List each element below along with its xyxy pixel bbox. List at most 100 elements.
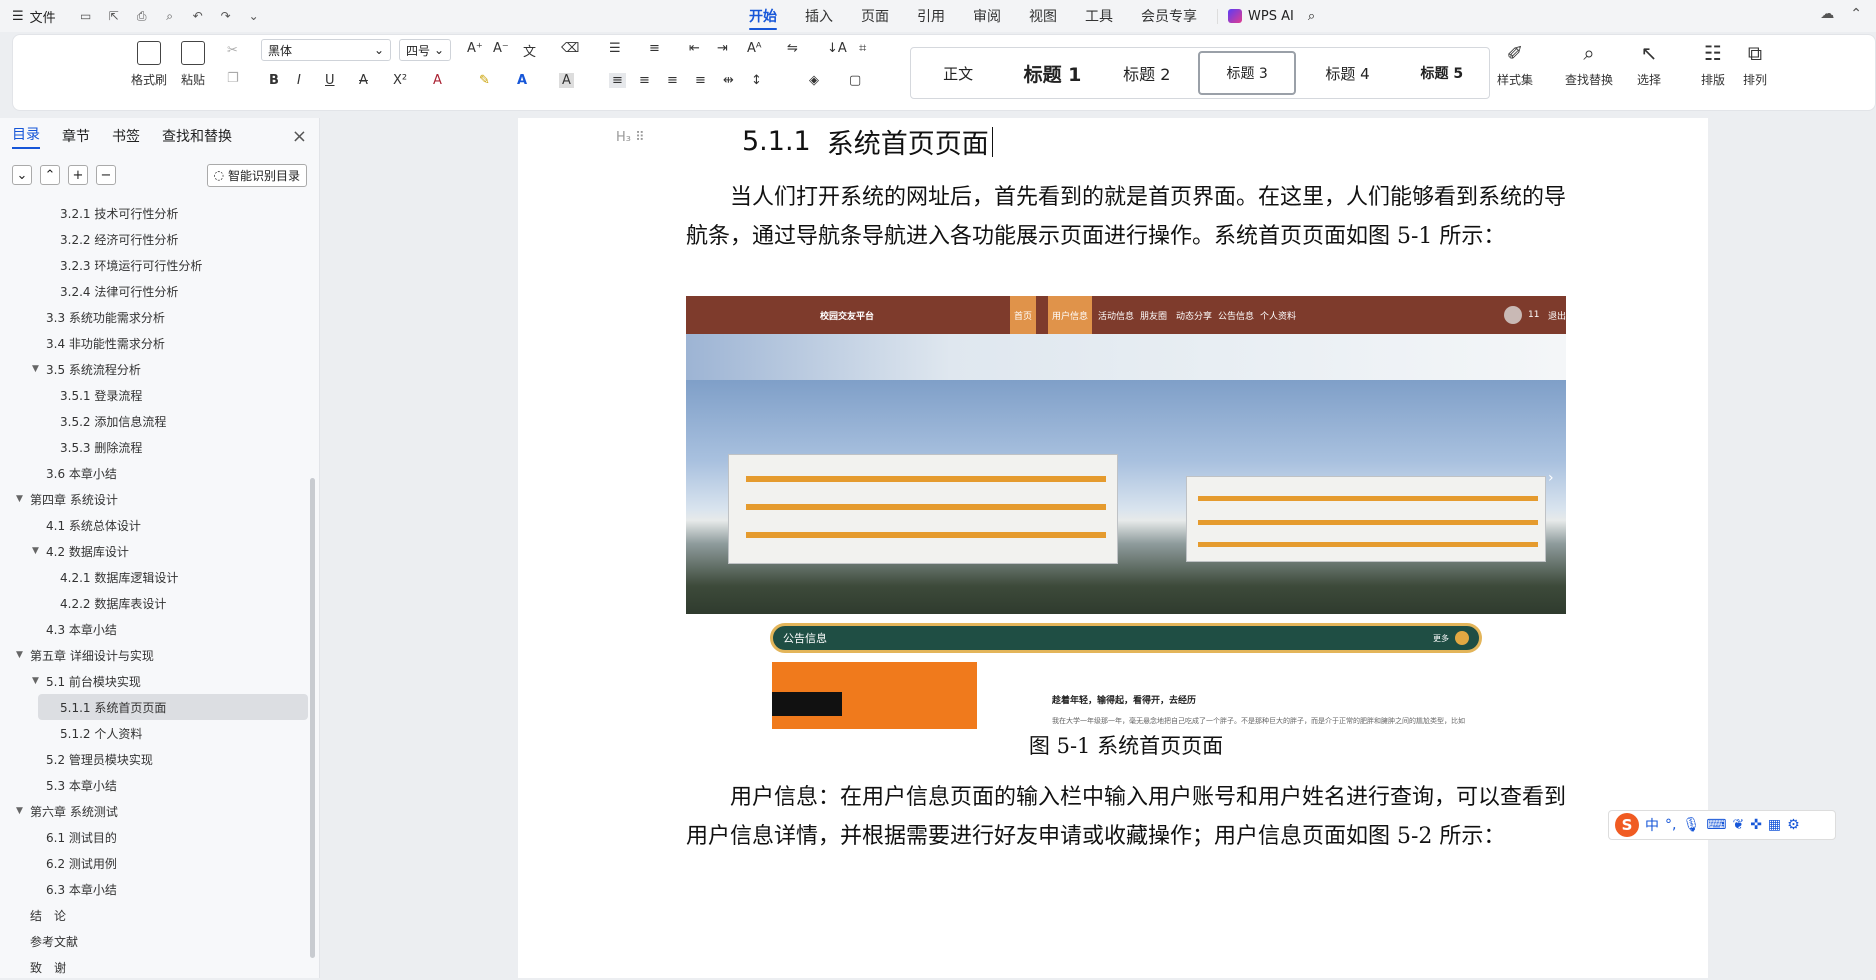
- sidebar-scrollbar[interactable]: [310, 478, 315, 958]
- increase-indent-icon[interactable]: ⇥: [717, 41, 728, 56]
- grow-font-icon[interactable]: A⁺: [467, 41, 483, 56]
- toc-item[interactable]: 结 论: [0, 902, 310, 928]
- save-icon[interactable]: ▭: [78, 8, 94, 24]
- copy-icon[interactable]: ❐: [227, 71, 239, 86]
- toc-item[interactable]: 3.6 本章小结: [0, 460, 310, 486]
- print-icon[interactable]: ⎙: [134, 8, 150, 24]
- decrease-indent-icon[interactable]: ⇤: [689, 41, 700, 56]
- toc-item[interactable]: 3.2.1 技术可行性分析: [0, 200, 310, 226]
- toc-item[interactable]: 5.3 本章小结: [0, 772, 310, 798]
- format-painter-button[interactable]: 格式刷: [131, 41, 167, 88]
- settings-icon[interactable]: ⚙: [1787, 817, 1800, 833]
- game-icon[interactable]: ✜: [1750, 817, 1762, 833]
- font-size-select[interactable]: 四号 ⌄: [399, 39, 451, 61]
- tab-find-replace[interactable]: 查找和替换: [162, 126, 232, 146]
- toc-item[interactable]: 6.1 测试目的: [0, 824, 310, 850]
- paste-button[interactable]: 粘贴: [181, 41, 205, 88]
- chevron-down-icon[interactable]: ⌄: [246, 8, 262, 24]
- menu-tab[interactable]: 工具: [1071, 0, 1127, 32]
- char-shading-icon[interactable]: A: [559, 73, 574, 88]
- search-icon[interactable]: ⌕: [1308, 9, 1315, 24]
- shrink-font-icon[interactable]: A⁻: [493, 41, 509, 56]
- toc-item[interactable]: 4.2.1 数据库逻辑设计: [0, 564, 310, 590]
- show-marks-icon[interactable]: ⌗: [859, 41, 866, 56]
- expand-arrow-icon[interactable]: ▼: [32, 364, 39, 374]
- toc-item[interactable]: 致 谢: [0, 954, 310, 980]
- highlight-icon[interactable]: ✎: [479, 73, 490, 88]
- paragraph-2[interactable]: 用户信息：在用户信息页面的输入栏中输入用户账号和用户姓名进行查询，可以查看到用户…: [686, 778, 1566, 856]
- microphone-icon[interactable]: 🎙: [1682, 817, 1700, 833]
- arrange-button[interactable]: ⧉ 排列: [1743, 41, 1767, 88]
- align-right-icon[interactable]: ≡: [667, 73, 678, 88]
- export-icon[interactable]: ⇱: [106, 8, 122, 24]
- toc-item[interactable]: 3.5.3 删除流程: [0, 434, 310, 460]
- toc-item[interactable]: 3.5.1 登录流程: [0, 382, 310, 408]
- ime-language[interactable]: 中: [1645, 815, 1659, 835]
- menu-tab[interactable]: 视图: [1015, 0, 1071, 32]
- toc-item[interactable]: 参考文献: [0, 928, 310, 954]
- section-heading[interactable]: 5.1.1 系统首页页面: [742, 122, 994, 161]
- layout-button[interactable]: ☷ 排版: [1701, 41, 1725, 88]
- toc-item[interactable]: 3.5.2 添加信息流程: [0, 408, 310, 434]
- tab-chapters[interactable]: 章节: [62, 126, 90, 146]
- toc-item[interactable]: 4.3 本章小结: [0, 616, 310, 642]
- file-menu[interactable]: ☰ 文件: [0, 0, 68, 32]
- toc-item[interactable]: 4.2.2 数据库表设计: [0, 590, 310, 616]
- line-wrap-icon[interactable]: ⇋: [787, 41, 798, 56]
- style-heading-2[interactable]: 标题 2: [1100, 51, 1194, 95]
- heading-marker-icon[interactable]: H₃ ⠿: [616, 130, 645, 145]
- superscript-icon[interactable]: X²: [393, 73, 407, 88]
- toc-item[interactable]: 5.2 管理员模块实现: [0, 746, 310, 772]
- style-heading-5[interactable]: 标题 5: [1395, 51, 1489, 95]
- eraser-icon[interactable]: ⌫: [561, 41, 579, 56]
- underline-icon[interactable]: U: [325, 73, 335, 88]
- toc-item[interactable]: 3.2.3 环境运行可行性分析: [0, 252, 310, 278]
- style-heading-3[interactable]: 标题 3: [1197, 51, 1297, 95]
- text-direction-icon[interactable]: Aᴬ: [747, 41, 762, 56]
- shading-icon[interactable]: ◈: [809, 73, 819, 88]
- menu-tab[interactable]: 开始: [735, 0, 791, 32]
- toc-item[interactable]: 6.3 本章小结: [0, 876, 310, 902]
- expand-arrow-icon[interactable]: ▼: [16, 650, 23, 660]
- toc-item[interactable]: 5.1.2 个人资料: [0, 720, 310, 746]
- text-effect-icon[interactable]: A: [433, 73, 442, 88]
- style-normal[interactable]: 正文: [911, 51, 1005, 95]
- menu-tab[interactable]: 审阅: [959, 0, 1015, 32]
- paragraph-1[interactable]: 当人们打开系统的网址后，首先看到的就是首页界面。在这里，人们能够看到系统的导航条…: [686, 178, 1566, 256]
- expand-arrow-icon[interactable]: ▼: [32, 546, 39, 556]
- toc-item[interactable]: ▼ 5.1 前台模块实现: [0, 668, 310, 694]
- toc-item[interactable]: 6.2 测试用例: [0, 850, 310, 876]
- bold-icon[interactable]: B: [269, 73, 279, 88]
- wps-ai-button[interactable]: WPS AI ⌕: [1217, 8, 1325, 24]
- find-replace-button[interactable]: ⌕ 查找替换: [1565, 41, 1613, 88]
- remove-icon[interactable]: −: [96, 165, 116, 185]
- redo-icon[interactable]: ↷: [218, 8, 234, 24]
- toc-item[interactable]: ▼ 第六章 系统测试: [0, 798, 310, 824]
- tab-bookmarks[interactable]: 书签: [112, 126, 140, 146]
- more-icon[interactable]: ⌃: [1850, 6, 1862, 22]
- menu-tab[interactable]: 页面: [847, 0, 903, 32]
- menu-tab[interactable]: 会员专享: [1127, 0, 1211, 32]
- menu-tab[interactable]: 引用: [903, 0, 959, 32]
- smart-toc-button[interactable]: ◌ 智能识别目录: [206, 163, 307, 187]
- font-name-select[interactable]: 黑体 ⌄: [261, 39, 391, 61]
- apps-icon[interactable]: ▦: [1768, 817, 1781, 833]
- style-heading-4[interactable]: 标题 4: [1300, 51, 1394, 95]
- border-icon[interactable]: ▢: [849, 73, 861, 88]
- style-heading-1[interactable]: 标题 1: [1005, 51, 1099, 95]
- keyboard-icon[interactable]: ⌨: [1706, 817, 1726, 833]
- toc-item[interactable]: ▼ 4.2 数据库设计: [0, 538, 310, 564]
- italic-icon[interactable]: I: [297, 73, 301, 88]
- justify-icon[interactable]: ≡: [695, 73, 706, 88]
- toc-item[interactable]: 4.1 系统总体设计: [0, 512, 310, 538]
- menu-tab[interactable]: 插入: [791, 0, 847, 32]
- skin-icon[interactable]: ❦: [1732, 817, 1744, 833]
- expand-icon[interactable]: ⌃: [40, 165, 60, 185]
- expand-arrow-icon[interactable]: ▼: [32, 676, 39, 686]
- print-preview-icon[interactable]: ⌕: [162, 8, 178, 24]
- collapse-icon[interactable]: ⌄: [12, 165, 32, 185]
- numbered-list-icon[interactable]: ≡: [649, 41, 660, 56]
- cut-icon[interactable]: ✂: [227, 43, 238, 58]
- expand-arrow-icon[interactable]: ▼: [16, 494, 23, 504]
- sort-icon[interactable]: ↓A: [827, 41, 847, 56]
